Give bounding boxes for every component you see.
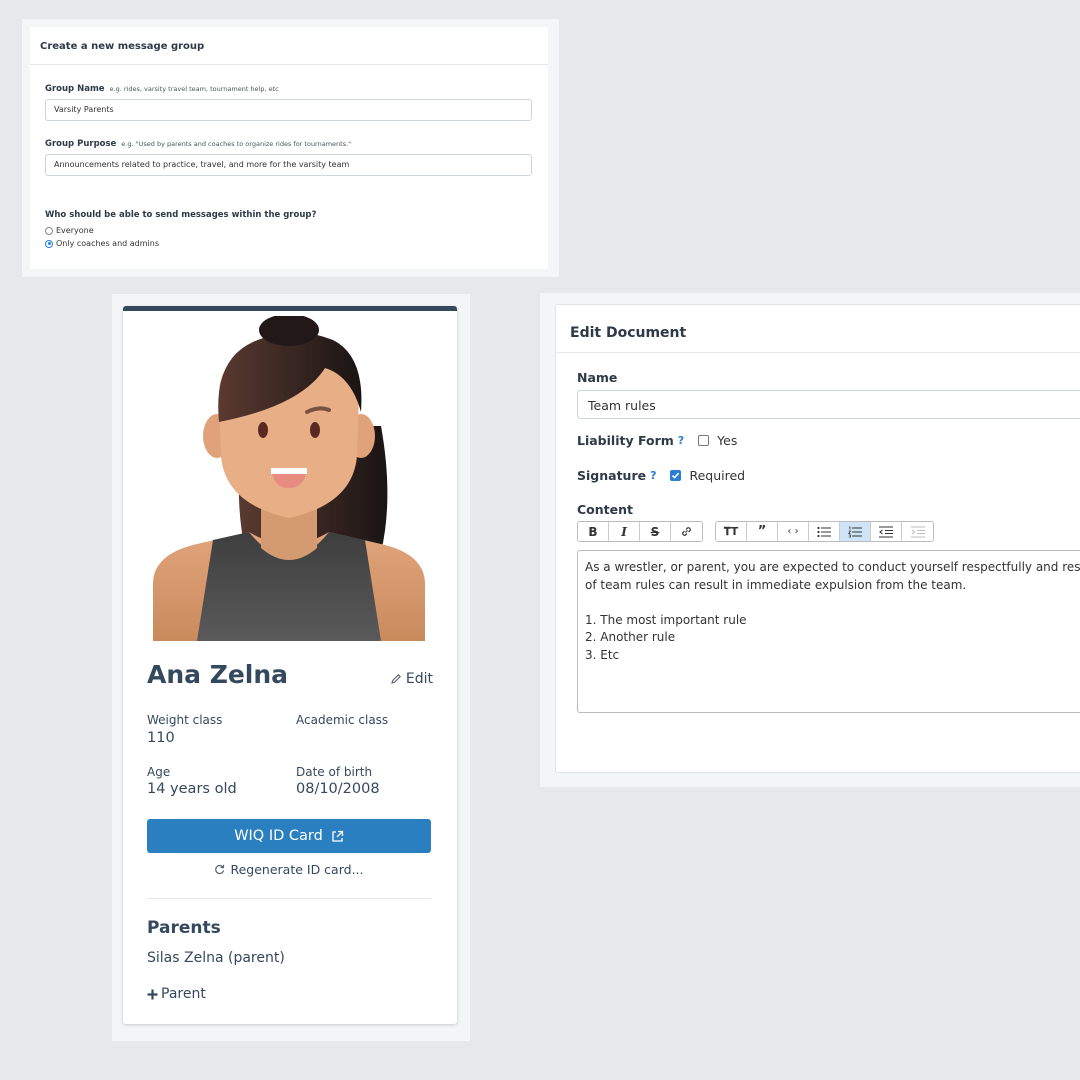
toolbar-group-text: B I S <box>577 521 703 542</box>
doc-name-label: Name <box>577 370 618 385</box>
id-card-button-label: WIQ ID Card <box>234 828 323 844</box>
group-name-label: Group Name e.g. rides, varsity travel te… <box>45 84 279 94</box>
message-group-panel: Create a new message group Group Name e.… <box>22 19 559 277</box>
liability-help-icon[interactable]: ? <box>678 434 684 447</box>
message-group-title: Create a new message group <box>30 27 548 65</box>
content-label: Content <box>577 502 633 517</box>
radio-label: Only coaches and admins <box>56 239 159 248</box>
group-purpose-label: Group Purpose e.g. "Used by parents and … <box>45 139 351 149</box>
heading-icon[interactable]: 𝐓T <box>716 522 747 541</box>
content-line: 2. Another rule <box>585 630 676 645</box>
message-group-card: Create a new message group Group Name e.… <box>30 27 548 269</box>
add-parent-button[interactable]: Parent <box>147 986 206 1002</box>
regenerate-label: Regenerate ID card... <box>230 862 364 877</box>
radio-coaches-admins[interactable]: Only coaches and admins <box>45 239 159 248</box>
outdent-icon[interactable] <box>871 522 902 541</box>
italic-icon[interactable]: I <box>609 522 640 541</box>
group-purpose-hint: e.g. "Used by parents and coaches to org… <box>121 140 352 148</box>
checkmark-icon <box>672 472 680 479</box>
content-line: 3. Etc <box>585 647 620 662</box>
indent-icon[interactable] <box>902 522 933 541</box>
content-line <box>585 594 1080 612</box>
liability-checkbox[interactable] <box>698 435 710 446</box>
dob-label: Date of birth <box>296 765 373 779</box>
age-label: Age <box>147 765 171 779</box>
signature-row: Signature ? Required <box>577 468 745 483</box>
bold-icon[interactable]: B <box>578 522 609 541</box>
edit-profile-button[interactable]: Edit <box>390 671 433 687</box>
toolbar-group-block: 𝐓T ” ‹ › <box>715 521 934 542</box>
liability-form-label: Liability Form <box>577 433 674 448</box>
signature-checkbox-label: Required <box>689 468 746 483</box>
group-name-label-text: Group Name <box>45 84 105 94</box>
plus-icon <box>147 989 158 999</box>
age-value: 14 years old <box>147 781 237 797</box>
add-parent-label: Parent <box>161 986 206 1002</box>
bullet-list-icon[interactable] <box>809 522 840 541</box>
signature-help-icon[interactable]: ? <box>650 469 656 482</box>
send-permission-question: Who should be able to send messages with… <box>45 210 317 220</box>
pencil-icon <box>391 674 401 684</box>
radio-everyone[interactable]: Everyone <box>45 226 94 235</box>
content-editor[interactable]: As a wrestler, or parent, you are expect… <box>577 550 1080 713</box>
liability-checkbox-label: Yes <box>717 433 738 448</box>
radio-button-selected[interactable] <box>45 239 53 248</box>
edit-document-title: Edit Document <box>556 305 1080 353</box>
quote-icon[interactable]: ” <box>747 522 778 541</box>
external-link-icon <box>332 830 343 842</box>
refresh-icon <box>215 864 225 875</box>
group-name-hint: e.g. rides, varsity travel team, tournam… <box>109 85 279 93</box>
doc-name-input[interactable]: Team rules <box>577 390 1080 419</box>
numbered-list-icon[interactable] <box>840 522 871 541</box>
signature-checkbox[interactable] <box>670 470 682 481</box>
edit-document-panel: Edit Document Name Team rules Liability … <box>540 293 1080 787</box>
parent-item[interactable]: Silas Zelna (parent) <box>147 950 285 966</box>
signature-label: Signature <box>577 468 647 483</box>
weight-class-value: 110 <box>147 730 175 746</box>
code-icon[interactable]: ‹ › <box>778 522 809 541</box>
parents-heading: Parents <box>147 918 221 938</box>
academic-class-label: Academic class <box>296 713 389 727</box>
content-line: of team rules can result in immediate ex… <box>585 577 967 592</box>
profile-card: Ana Zelna Edit Weight class 110 Academic… <box>123 306 457 1024</box>
radio-label: Everyone <box>56 226 94 235</box>
dob-value: 08/10/2008 <box>296 781 380 797</box>
content-line: 1. The most important rule <box>585 612 747 627</box>
editor-toolbar: B I S 𝐓T ” ‹ › <box>577 521 934 542</box>
divider <box>147 898 431 899</box>
edit-label: Edit <box>405 671 433 687</box>
liability-form-row: Liability Form ? Yes <box>577 433 737 448</box>
athlete-name: Ana Zelna <box>147 660 289 689</box>
id-card-button[interactable]: WIQ ID Card <box>147 819 431 853</box>
profile-panel: Ana Zelna Edit Weight class 110 Academic… <box>112 294 470 1041</box>
group-purpose-label-text: Group Purpose <box>45 139 117 149</box>
content-line: As a wrestler, or parent, you are expect… <box>585 560 1080 574</box>
athlete-avatar <box>153 316 425 641</box>
edit-document-card: Edit Document Name Team rules Liability … <box>555 304 1080 773</box>
strikethrough-icon[interactable]: S <box>640 522 671 541</box>
radio-button[interactable] <box>45 226 53 235</box>
link-icon[interactable] <box>671 522 702 541</box>
weight-class-label: Weight class <box>147 713 223 727</box>
group-name-input[interactable]: Varsity Parents <box>45 99 532 121</box>
group-purpose-input[interactable]: Announcements related to practice, trave… <box>45 154 532 176</box>
regenerate-id-card-link[interactable]: Regenerate ID card... <box>147 862 431 877</box>
